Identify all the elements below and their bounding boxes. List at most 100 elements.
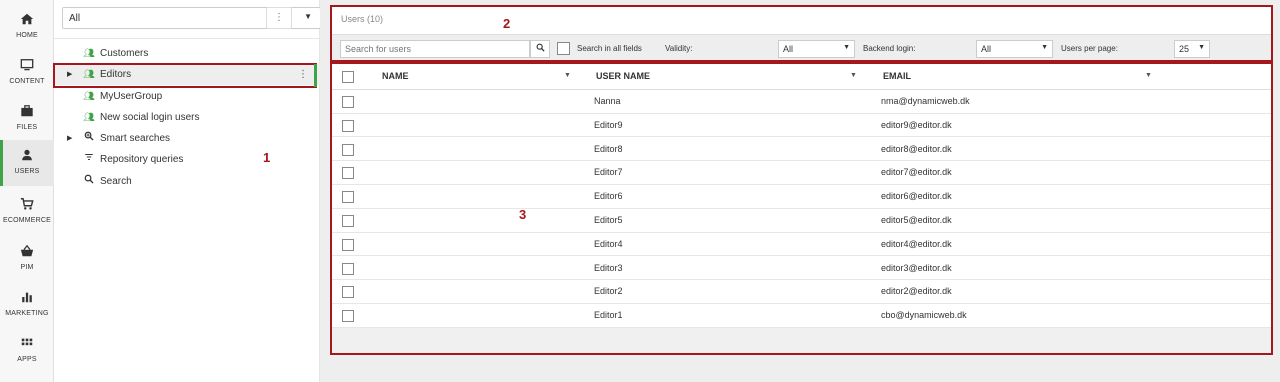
row-checkbox[interactable]	[342, 262, 354, 275]
smart-search-icon	[82, 128, 96, 149]
column-header-username[interactable]: USER NAME	[596, 71, 650, 81]
cell-username: Editor7	[594, 167, 623, 178]
sort-caret-icon[interactable]: ▼	[564, 72, 571, 79]
cell-email: editor6@editor.dk	[881, 191, 952, 202]
search-all-fields-checkbox[interactable]	[557, 42, 570, 55]
nav-files[interactable]: FILES	[0, 96, 54, 140]
row-checkbox[interactable]	[342, 215, 354, 227]
sort-caret-icon[interactable]: ▼	[850, 72, 857, 79]
cell-email: editor2@editor.dk	[881, 286, 952, 297]
tree-item-smart-searches[interactable]: ▶ Smart searches	[54, 128, 320, 149]
cell-username: Editor9	[594, 119, 623, 130]
table-row[interactable]: Editor2 editor2@editor.dk	[332, 280, 1271, 304]
tree-item-search[interactable]: Search	[54, 171, 320, 192]
basket-icon	[0, 244, 54, 262]
nav-home[interactable]: HOME	[0, 4, 54, 48]
select-all-checkbox[interactable]	[342, 71, 354, 83]
cell-username: Editor2	[594, 286, 623, 297]
row-checkbox[interactable]	[342, 286, 354, 299]
callout-2: 2	[503, 16, 511, 31]
table-row[interactable]: Editor9 editor9@editor.dk	[332, 114, 1271, 138]
tree-item-repository-queries[interactable]: Repository queries	[54, 149, 320, 170]
users-per-page-select[interactable]: 25 ▼	[1174, 40, 1210, 58]
search-icon	[536, 43, 545, 52]
cell-email: cbo@dynamicweb.dk	[881, 310, 967, 321]
annotation-box-1	[53, 63, 317, 88]
tree-item-customers[interactable]: 👥︎ Customers	[54, 43, 320, 64]
table-row[interactable]: Editor4 editor4@editor.dk	[332, 233, 1271, 257]
tree-item-label: Search	[100, 176, 132, 187]
cell-username: Editor1	[594, 310, 623, 321]
user-group-icon: 👥︎	[83, 91, 95, 101]
validity-select[interactable]: All ▼	[778, 40, 855, 58]
validity-value: All	[783, 44, 794, 54]
nav-ecommerce[interactable]: ECOMMERCE	[0, 189, 54, 233]
users-per-page-label: Users per page:	[1061, 44, 1118, 53]
cell-email: editor9@editor.dk	[881, 119, 952, 130]
tree-item-label: New social login users	[100, 112, 200, 123]
nav-content[interactable]: CONTENT	[0, 50, 54, 94]
nav-pim[interactable]: PIM	[0, 236, 54, 280]
nav-marketing[interactable]: MARKETING	[0, 282, 54, 326]
table-row[interactable]: Nanna nma@dynamicweb.dk	[332, 90, 1271, 114]
row-checkbox[interactable]	[342, 96, 354, 108]
nav-label: MARKETING	[5, 310, 49, 317]
nav-apps[interactable]: APPS	[0, 328, 54, 372]
chevron-down-icon: ▼	[304, 12, 312, 21]
chevron-down-icon: ▼	[843, 44, 850, 51]
nav-users[interactable]: USERS	[0, 140, 54, 186]
filter-bar: Search in all fields Validity: All ▼ Bac…	[332, 34, 1271, 60]
main-nav-rail: HOME CONTENT FILES USERS ECOMMERCE PIM M…	[0, 0, 54, 382]
cell-username: Editor3	[594, 262, 623, 273]
tree-item-new-social-login-users[interactable]: 👥︎ New social login users	[54, 107, 320, 128]
cell-email: editor4@editor.dk	[881, 238, 952, 249]
apps-grid-icon	[0, 336, 54, 354]
row-checkbox[interactable]	[342, 167, 354, 180]
table-row[interactable]: Editor1 cbo@dynamicweb.dk	[332, 304, 1271, 328]
briefcase-icon	[0, 104, 54, 122]
row-checkbox[interactable]	[342, 119, 354, 132]
cell-email: editor8@editor.dk	[881, 143, 952, 154]
nav-label: PIM	[20, 264, 34, 271]
table-row[interactable]: Editor6 editor6@editor.dk	[332, 185, 1271, 209]
cell-username: Editor6	[594, 191, 623, 202]
search-icon	[82, 171, 96, 192]
user-group-icon: 👥︎	[83, 48, 95, 58]
cell-email: editor5@editor.dk	[881, 215, 952, 225]
tree-item-myusergroup[interactable]: 👥︎ MyUserGroup	[54, 86, 320, 107]
row-checkbox[interactable]	[342, 191, 354, 204]
cell-username: Editor4	[594, 238, 623, 249]
nav-label: HOME	[16, 32, 38, 39]
row-checkbox[interactable]	[342, 238, 354, 251]
user-group-tree-panel: All ▼ ◀ 👥︎ Customers ▶ 👥︎ Editors ⋮ 👥︎ M…	[54, 0, 373, 382]
nav-label: FILES	[16, 124, 38, 131]
sort-caret-icon[interactable]: ▼	[1145, 72, 1152, 79]
cell-username: Nanna	[594, 96, 621, 106]
users-per-page-value: 25	[1179, 44, 1190, 54]
chevron-down-icon: ▼	[1041, 44, 1048, 51]
callout-3: 3	[519, 207, 527, 222]
bar-chart-icon	[0, 290, 54, 308]
grid-header: NAME ▼ USER NAME ▼ EMAIL ▼	[332, 64, 1271, 90]
search-all-fields-label: Search in all fields	[577, 44, 642, 53]
column-header-name[interactable]: NAME	[382, 71, 409, 81]
nav-label: USERS	[14, 168, 40, 175]
monitor-icon	[0, 58, 54, 76]
search-input[interactable]	[340, 40, 530, 58]
expand-arrow-icon[interactable]: ▶	[67, 128, 72, 149]
row-checkbox[interactable]	[342, 143, 354, 156]
table-row[interactable]: Editor8 editor8@editor.dk	[332, 138, 1271, 162]
backend-login-select[interactable]: All ▼	[976, 40, 1053, 58]
users-toolbar: Users (10) Search in all fields Validity…	[330, 5, 1273, 62]
user-group-icon: 👥︎	[83, 112, 95, 122]
row-checkbox[interactable]	[342, 310, 354, 323]
table-row[interactable]: Editor5 editor5@editor.dk	[332, 209, 1271, 233]
grid-footer	[332, 328, 1271, 353]
column-header-email[interactable]: EMAIL	[883, 71, 911, 81]
table-row[interactable]: Editor7 editor7@editor.dk	[332, 161, 1271, 185]
page-title: Users (10)	[341, 14, 384, 24]
table-row[interactable]: Editor3 editor3@editor.dk	[332, 257, 1271, 281]
search-button[interactable]	[530, 40, 550, 58]
chevron-down-icon: ▼	[1198, 44, 1205, 51]
tree-menu-button[interactable]: ⋮	[266, 7, 292, 29]
